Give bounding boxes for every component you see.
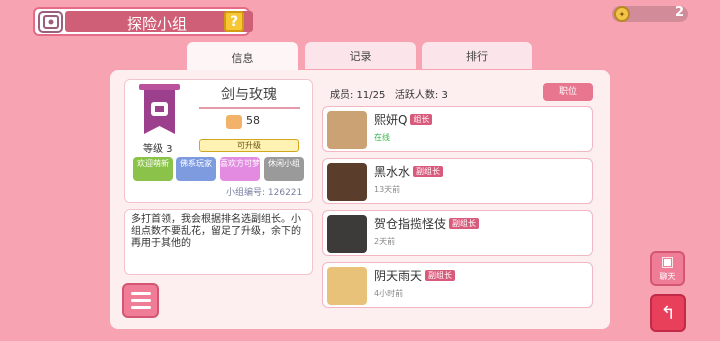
divider bbox=[199, 107, 300, 109]
member-name: 阴天雨天 bbox=[374, 269, 423, 283]
tag-welcome-newbies: 欢迎萌新 bbox=[133, 157, 173, 181]
member-name-line: 黑水水 副组长 bbox=[374, 163, 444, 180]
tag-casual-player: 佛系玩家 bbox=[176, 157, 216, 181]
role-badge: 副组长 bbox=[425, 270, 456, 281]
upgrade-button[interactable]: 可升级 bbox=[199, 139, 299, 152]
member-row[interactable]: 阴天雨天 副组长 4小时前 bbox=[322, 262, 593, 308]
member-avatar bbox=[327, 111, 367, 149]
member-row[interactable]: 熙妍Q 组长 在线 bbox=[322, 106, 593, 152]
score-icon bbox=[226, 115, 242, 129]
active-count: 活跃人数: 3 bbox=[394, 90, 448, 101]
page-title: 探险小组 bbox=[127, 15, 188, 33]
member-status: 在线 bbox=[374, 133, 390, 142]
back-button[interactable]: ↰ bbox=[650, 294, 686, 332]
chat-icon: ▣ bbox=[660, 254, 675, 270]
guild-number: 小组编号: 126221 bbox=[226, 188, 303, 198]
chat-label: 聊天 bbox=[659, 272, 676, 281]
member-name: 黑水水 bbox=[374, 165, 411, 179]
member-status: 2天前 bbox=[374, 237, 396, 246]
member-row[interactable]: 贺仓指揽怪伎 副组长 2天前 bbox=[322, 210, 593, 256]
chat-button[interactable]: ▣ 聊天 bbox=[650, 251, 685, 286]
currency-value: 2 bbox=[674, 5, 684, 20]
guild-level: 等级 3 bbox=[143, 144, 173, 155]
member-avatar bbox=[327, 163, 367, 201]
member-name-line: 熙妍Q 组长 bbox=[374, 111, 433, 128]
tag-likes-monsters: 喜欢方可梦 bbox=[220, 157, 260, 181]
member-name: 熙妍Q bbox=[374, 113, 408, 127]
member-status: 4小时前 bbox=[374, 289, 404, 298]
tag-leisure-group: 休闲小组 bbox=[264, 157, 304, 181]
menu-icon-line bbox=[130, 292, 151, 295]
member-row[interactable]: 黑水水 副组长 13天前 bbox=[322, 158, 593, 204]
title-bar: 探险小组 ? bbox=[33, 7, 253, 36]
back-icon: ↰ bbox=[660, 302, 676, 324]
tab-records[interactable]: 记录 bbox=[305, 42, 416, 69]
menu-icon-line bbox=[130, 299, 151, 302]
member-count: 成员: 11/25 bbox=[330, 90, 386, 101]
guild-score: 58 bbox=[246, 114, 260, 127]
role-button[interactable]: 职位 bbox=[543, 83, 593, 101]
member-name: 贺仓指揽怪伎 bbox=[374, 217, 447, 231]
tab-info[interactable]: 信息 bbox=[187, 42, 298, 73]
guild-description: 多打首领，我会根据排名选副组长。小组点数不要乱花，留足了升级，余下的再用于其他的 bbox=[124, 209, 313, 275]
help-button[interactable]: ? bbox=[224, 11, 244, 32]
members-header: 成员: 11/25 活跃人数: 3 bbox=[330, 86, 448, 101]
member-name-line: 贺仓指揽怪伎 副组长 bbox=[374, 215, 480, 232]
role-badge: 副组长 bbox=[449, 218, 480, 229]
member-avatar bbox=[327, 267, 367, 305]
member-name-line: 阴天雨天 副组长 bbox=[374, 267, 456, 284]
role-badge: 组长 bbox=[410, 114, 433, 125]
role-badge: 副组长 bbox=[413, 166, 444, 177]
guild-name: 剑与玫瑰 bbox=[221, 87, 277, 103]
menu-icon-line bbox=[130, 306, 151, 309]
coin-icon: ✦ bbox=[614, 6, 630, 22]
menu-button[interactable] bbox=[122, 283, 159, 318]
member-status: 13天前 bbox=[374, 185, 401, 194]
member-avatar bbox=[327, 215, 367, 253]
guild-icon bbox=[38, 10, 63, 33]
guild-banner-icon bbox=[139, 84, 180, 134]
currency-display: ✦ 2 bbox=[612, 5, 688, 22]
tab-ranking[interactable]: 排行 bbox=[422, 42, 532, 69]
